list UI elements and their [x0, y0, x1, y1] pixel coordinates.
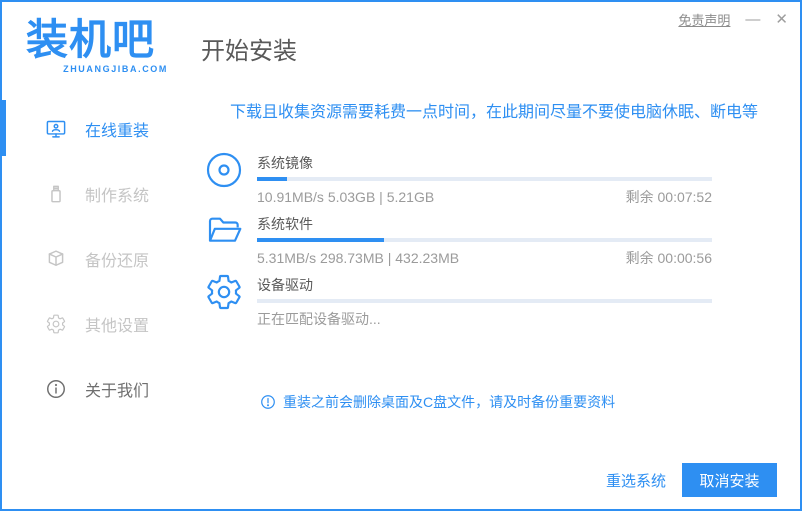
sidebar-item-online-reinstall[interactable]: 在线重装 — [2, 96, 188, 161]
main-content: 下载且收集资源需要耗费一点时间，在此期间尽量不要使电脑休眠、断电等 系统镜像 1… — [188, 90, 800, 509]
info-icon — [45, 378, 67, 400]
task-title: 设备驱动 — [257, 277, 313, 293]
task-remaining: 剩余 00:07:52 — [625, 189, 712, 205]
sidebar-item-label: 其他设置 — [85, 317, 150, 335]
task-list: 系统镜像 10.91MB/s 5.03GB | 5.21GB 剩余 00:07:… — [204, 152, 800, 327]
sidebar-item-about-us[interactable]: 关于我们 — [2, 356, 188, 421]
sidebar-item-label: 备份还原 — [85, 252, 150, 270]
app-window: 装机吧 ZHUANGJIBA.COM 开始安装 免责声明 — ✕ 在线重装 制作… — [0, 0, 802, 511]
progress-bar — [257, 177, 712, 181]
active-indicator — [2, 100, 6, 156]
window-body: 在线重装 制作系统 备份还原 其他设置 关于我们 下载且收集资源需要耗费一点时间… — [2, 90, 800, 509]
usb-drive-icon — [45, 183, 67, 205]
close-button[interactable]: ✕ — [775, 12, 788, 27]
progress-bar — [257, 299, 712, 303]
task-row-system-image: 系统镜像 10.91MB/s 5.03GB | 5.21GB 剩余 00:07:… — [204, 152, 800, 205]
task-title: 系统镜像 — [257, 155, 313, 171]
task-remaining: 剩余 00:00:56 — [625, 250, 712, 266]
disclaimer-link[interactable]: 免责声明 — [678, 10, 730, 29]
footer-actions: 重选系统 取消安装 — [606, 463, 777, 497]
progress-fill — [257, 177, 287, 181]
progress-fill — [257, 238, 385, 242]
gear-icon — [204, 272, 244, 312]
sidebar-item-other-settings[interactable]: 其他设置 — [2, 291, 188, 356]
progress-bar — [257, 238, 712, 242]
folder-icon — [204, 211, 244, 251]
sidebar-item-label: 在线重装 — [85, 122, 150, 140]
cancel-install-button[interactable]: 取消安装 — [682, 463, 777, 497]
page-title: 开始安装 — [201, 37, 297, 65]
task-title: 系统软件 — [257, 216, 313, 232]
backup-note-text: 重装之前会删除桌面及C盘文件，请及时备份重要资料 — [283, 394, 616, 410]
app-logo: 装机吧 ZHUANGJIBA.COM — [26, 16, 168, 74]
logo-subtitle: ZHUANGJIBA.COM — [63, 63, 168, 74]
sidebar-item-backup-restore[interactable]: 备份还原 — [2, 226, 188, 291]
task-row-device-drivers: 设备驱动 正在匹配设备驱动... — [204, 274, 800, 327]
reselect-system-button[interactable]: 重选系统 — [606, 470, 666, 491]
task-detail: 5.31MB/s 298.73MB | 432.23MB — [257, 250, 460, 266]
task-row-system-software: 系统软件 5.31MB/s 298.73MB | 432.23MB 剩余 00:… — [204, 216, 800, 266]
minimize-button[interactable]: — — [745, 12, 760, 27]
sidebar-item-make-system[interactable]: 制作系统 — [2, 161, 188, 226]
monitor-user-icon — [45, 118, 67, 140]
gear-icon — [45, 313, 67, 335]
sidebar: 在线重装 制作系统 备份还原 其他设置 关于我们 — [2, 90, 188, 509]
warning-text: 下载且收集资源需要耗费一点时间，在此期间尽量不要使电脑休眠、断电等 — [229, 104, 758, 121]
header: 装机吧 ZHUANGJIBA.COM 开始安装 免责声明 — ✕ — [2, 2, 800, 90]
task-detail: 10.91MB/s 5.03GB | 5.21GB — [257, 189, 435, 205]
sidebar-item-label: 关于我们 — [85, 382, 150, 400]
alert-circle-icon — [260, 394, 276, 410]
backup-box-icon — [45, 248, 67, 270]
disc-icon — [204, 150, 244, 190]
titlebar: 免责声明 — ✕ — [678, 10, 788, 29]
sidebar-item-label: 制作系统 — [85, 187, 150, 205]
logo-title: 装机吧 — [26, 16, 156, 64]
backup-note: 重装之前会删除桌面及C盘文件，请及时备份重要资料 — [260, 392, 615, 412]
task-detail: 正在匹配设备驱动... — [257, 311, 381, 327]
